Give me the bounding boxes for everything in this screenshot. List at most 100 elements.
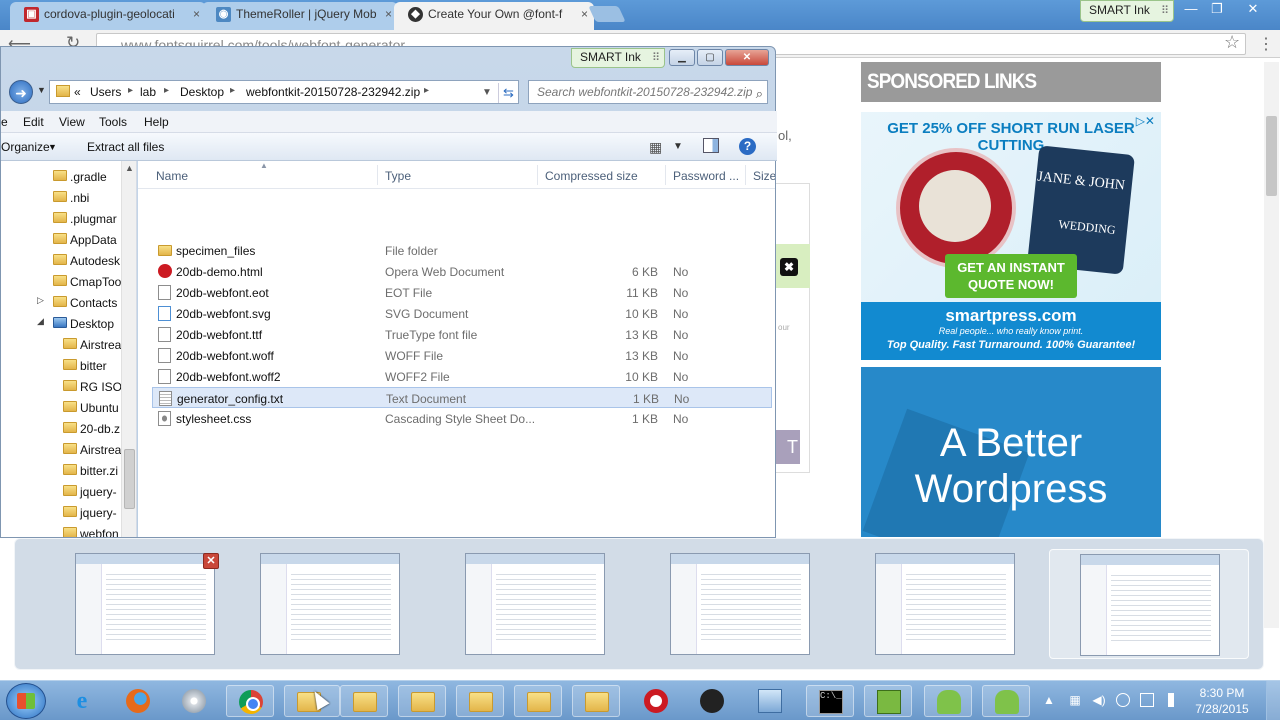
preview-pane-icon[interactable] [703, 138, 719, 153]
menu-view[interactable]: View [59, 115, 85, 129]
page-scrollbar[interactable] [1264, 62, 1279, 628]
taskbar-compass[interactable] [170, 685, 218, 717]
table-row[interactable]: 20db-webfont.svg SVG Document 10 KB No [152, 303, 772, 324]
menu-help[interactable]: Help [144, 115, 169, 129]
nav-item-jquery-1[interactable]: jquery- [1, 481, 121, 502]
nav-item-cmaptools[interactable]: CmapToo [1, 271, 121, 292]
taskbar-opera[interactable] [632, 685, 680, 717]
taskbar-explorer[interactable] [340, 685, 388, 717]
table-row[interactable]: 20db-demo.html Opera Web Document 6 KB N… [152, 261, 772, 282]
back-arrow-icon[interactable]: ➜ [9, 80, 33, 104]
menu-file[interactable]: e [1, 115, 8, 129]
organize-button[interactable]: Organize [1, 140, 50, 154]
search-input[interactable]: Search webfontkit-20150728-232942.zip ⌕ [528, 80, 768, 104]
taskbar-network[interactable] [746, 685, 794, 717]
table-row[interactable]: specimen_files File folder [152, 240, 772, 261]
nav-item-contacts[interactable]: ▷ Contacts [1, 292, 121, 313]
settings-icon[interactable] [1116, 693, 1130, 707]
window-thumbnail[interactable] [465, 553, 605, 655]
column-divider[interactable] [745, 165, 746, 185]
speaker-icon[interactable]: ◀) [1092, 693, 1106, 707]
smart-ink-toolbar[interactable]: SMART Ink ⠿ [571, 48, 665, 68]
nav-item-webfontkit[interactable]: webfon [1, 523, 121, 537]
close-button[interactable]: ✕ [1240, 0, 1266, 18]
taskbar-obs[interactable] [688, 685, 736, 717]
taskbar-android[interactable] [924, 685, 972, 717]
nav-item-rg-isos[interactable]: RG ISOs [1, 376, 121, 397]
chevron-right-icon[interactable]: ▸ [128, 85, 133, 96]
new-tab-button[interactable] [588, 6, 626, 22]
breadcrumb-overflow[interactable]: « [74, 85, 81, 99]
tab-themeroller[interactable]: ◉ ThemeRoller | jQuery Mob × [202, 2, 398, 30]
chevron-down-icon[interactable]: ▼ [48, 142, 57, 152]
tab-close-icon[interactable]: × [193, 2, 200, 26]
minimize-button[interactable]: ▁ [669, 49, 695, 66]
nav-item-desktop[interactable]: ◢ Desktop [1, 313, 121, 334]
show-desktop-button[interactable] [1266, 681, 1280, 720]
window-thumbnail[interactable] [670, 553, 810, 655]
window-thumbnail[interactable] [260, 553, 400, 655]
taskbar-internet-explorer[interactable]: e [58, 685, 106, 717]
search-icon[interactable]: ⌕ [756, 83, 763, 103]
chevron-right-icon[interactable]: ▸ [164, 85, 169, 96]
breadcrumb[interactable]: « Users ▸ lab ▸ Desktop ▸ webfontkit-201… [49, 80, 519, 104]
scroll-up-icon[interactable]: ▲ [125, 163, 134, 173]
nav-item-autodesk[interactable]: Autodesk [1, 250, 121, 271]
chevron-down-icon[interactable]: ▼ [673, 141, 683, 152]
nav-item-airstream-zip[interactable]: Airstrea [1, 439, 121, 460]
nav-item-20db-zip[interactable]: 20-db.z [1, 418, 121, 439]
tab-close-icon[interactable]: × [385, 2, 392, 26]
table-row[interactable]: 20db-webfont.woff WOFF File 13 KB No [152, 345, 772, 366]
network-icon[interactable]: ▦ [1068, 693, 1082, 707]
close-icon[interactable]: ✕ [203, 553, 219, 569]
close-button[interactable]: ✕ [725, 49, 769, 66]
nav-item-bitter[interactable]: bitter [1, 355, 121, 376]
column-size[interactable]: Size [753, 169, 775, 183]
nav-item-plugman[interactable]: .plugmar [1, 208, 121, 229]
view-options-icon[interactable]: ▦ [649, 139, 662, 156]
chevron-right-icon[interactable]: ▸ [230, 85, 235, 96]
window-thumbnail-hover[interactable] [1049, 549, 1249, 659]
submit-button[interactable]: T [776, 430, 800, 464]
menu-tools[interactable]: Tools [99, 115, 127, 129]
column-divider[interactable] [537, 165, 538, 185]
taskbar-chrome[interactable] [226, 685, 274, 717]
column-divider[interactable] [377, 165, 378, 185]
close-notice-icon[interactable]: ✖ [780, 258, 798, 276]
clock-time[interactable]: 8:30 PM [1192, 686, 1252, 700]
ad-laser-cutting[interactable]: GET 25% OFF SHORT RUN LASER CUTTING ▷✕ J… [861, 112, 1161, 360]
taskbar-cmd[interactable]: C:\_ [806, 685, 854, 717]
tray-expand-icon[interactable]: ▲ [1042, 693, 1056, 707]
display-icon[interactable] [1140, 693, 1154, 707]
chevron-right-icon[interactable]: ▸ [424, 85, 429, 96]
taskbar-explorer[interactable] [572, 685, 620, 717]
clock-date[interactable]: 7/28/2015 [1192, 702, 1252, 716]
expand-arrow-icon[interactable]: ▷ [37, 295, 44, 306]
battery-icon[interactable] [1168, 693, 1174, 707]
help-icon[interactable]: ? [739, 138, 756, 155]
table-row[interactable]: stylesheet.css Cascading Style Sheet Do.… [152, 408, 772, 429]
nav-item-nbi[interactable]: .nbi [1, 187, 121, 208]
breadcrumb-users[interactable]: Users [90, 85, 121, 99]
column-password[interactable]: Password ... [673, 169, 739, 183]
table-row[interactable]: 20db-webfont.ttf TrueType font file 13 K… [152, 324, 772, 345]
refresh-icon[interactable]: ⇆ [498, 83, 518, 103]
table-row[interactable]: 20db-webfont.eot EOT File 11 KB No [152, 282, 772, 303]
collapse-arrow-icon[interactable]: ◢ [37, 316, 44, 327]
maximize-button[interactable]: ▢ [697, 49, 723, 66]
taskbar-explorer[interactable] [514, 685, 562, 717]
window-thumbnail[interactable] [75, 553, 215, 655]
ad-choices-icon[interactable]: ▷✕ [1136, 114, 1155, 128]
nav-item-jquery-2[interactable]: jquery- [1, 502, 121, 523]
nav-item-appdata[interactable]: AppData [1, 229, 121, 250]
nav-item-gradle[interactable]: .gradle [1, 166, 121, 187]
start-button[interactable] [6, 683, 46, 719]
menu-edit[interactable]: Edit [23, 115, 44, 129]
smart-ink-toolbar[interactable]: SMART Ink ⠿ [1080, 0, 1174, 22]
taskbar-firefox[interactable] [114, 685, 162, 717]
window-thumbnail[interactable] [875, 553, 1015, 655]
chevron-down-icon[interactable]: ▼ [482, 87, 492, 98]
scrollbar-thumb[interactable] [124, 449, 135, 509]
taskbar-explorer[interactable] [398, 685, 446, 717]
nav-scrollbar[interactable]: ▲ [121, 161, 136, 537]
